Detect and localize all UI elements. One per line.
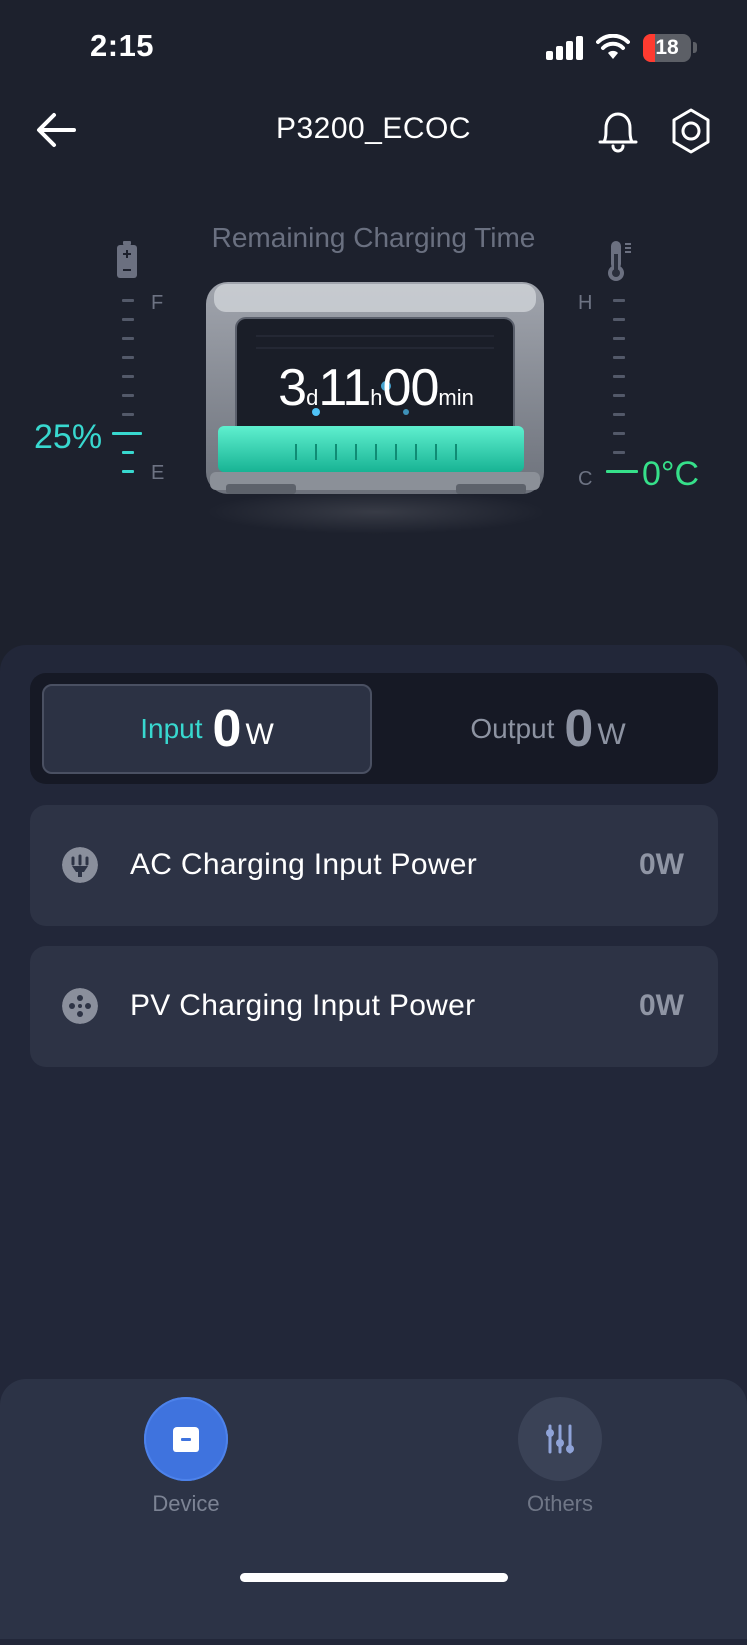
tab-output-label: Output	[470, 713, 555, 744]
temp-gauge-tick	[613, 318, 625, 321]
soc-gauge-tick-active	[122, 470, 134, 473]
soc-gauge-tick	[122, 299, 134, 302]
tab-input[interactable]: Input 0 W	[42, 684, 372, 774]
countdown-days-unit: d	[306, 385, 319, 410]
ac-charging-input-value: 0W	[639, 848, 684, 881]
battery-cap	[693, 42, 697, 53]
temp-gauge-tick	[613, 413, 625, 416]
soc-percent: 25%	[34, 418, 103, 456]
tab-input-unit: W	[245, 718, 274, 751]
battery-level: 18	[655, 36, 679, 59]
settings-gear-icon[interactable]	[668, 106, 714, 156]
countdown-days: 3	[278, 359, 307, 417]
cellular-signal-icon	[546, 36, 584, 60]
soc-gauge-tick	[122, 337, 134, 340]
temp-gauge-tick	[613, 337, 625, 340]
battery-indicator: 18	[643, 34, 691, 62]
pv-charging-input-label: PV Charging Input Power	[130, 989, 476, 1022]
solar-icon	[62, 988, 98, 1024]
soc-full-label: F	[151, 292, 164, 314]
pv-charging-input-value: 0W	[639, 989, 684, 1022]
soc-gauge-tick-active	[122, 451, 134, 454]
plug-icon	[62, 847, 98, 883]
tab-input-value: 0	[212, 700, 242, 758]
soc-gauge-tick-active	[112, 432, 142, 435]
device-icon	[173, 1427, 199, 1452]
home-indicator[interactable]	[240, 1573, 508, 1582]
soc-gauge-tick	[122, 413, 134, 416]
status-time: 2:15	[90, 28, 155, 63]
temp-gauge-tick	[613, 299, 625, 302]
bell-icon[interactable]	[594, 106, 642, 154]
remaining-charging-time-label: Remaining Charging Time	[211, 222, 536, 253]
pv-charging-input-card: PV Charging Input Power 0W	[30, 946, 718, 1067]
remaining-time-countdown: 3d11h00min	[196, 358, 556, 418]
battery-level-icon	[117, 241, 137, 278]
soc-gauge-tick	[122, 375, 134, 378]
nav-others-label[interactable]: Others	[480, 1491, 640, 1517]
thermometer-icon	[608, 241, 631, 281]
temp-gauge-tick	[613, 432, 625, 435]
temp-gauge-tick	[613, 356, 625, 359]
tab-output[interactable]: Output 0 W	[388, 684, 708, 774]
temp-gauge-tick	[613, 394, 625, 397]
tab-output-value: 0	[564, 700, 594, 758]
ac-charging-input-label: AC Charging Input Power	[130, 848, 478, 881]
nav-device-label[interactable]: Device	[106, 1491, 266, 1517]
temp-cold-label: C	[578, 468, 593, 490]
tab-input-label: Input	[140, 713, 203, 744]
ac-charging-input-card: AC Charging Input Power 0W	[30, 805, 718, 926]
sliders-icon	[546, 1424, 574, 1454]
countdown-hours: 11	[318, 359, 371, 417]
soc-empty-label: E	[151, 462, 165, 484]
temp-gauge-tick-active	[606, 470, 638, 473]
countdown-minutes: 00	[382, 359, 440, 417]
soc-gauge-tick	[122, 318, 134, 321]
temp-gauge-tick	[613, 375, 625, 378]
temp-hot-label: H	[578, 292, 593, 314]
countdown-hours-unit: h	[370, 385, 383, 410]
countdown-minutes-unit: min	[438, 385, 474, 410]
soc-gauge-tick	[122, 394, 134, 397]
soc-gauge-tick	[122, 356, 134, 359]
nav-others-button[interactable]	[518, 1397, 602, 1481]
nav-device-button[interactable]	[144, 1397, 228, 1481]
tab-output-unit: W	[597, 718, 626, 751]
wifi-icon	[596, 34, 630, 59]
temp-gauge-tick	[613, 451, 625, 454]
temperature-value: 0°C	[642, 455, 700, 493]
